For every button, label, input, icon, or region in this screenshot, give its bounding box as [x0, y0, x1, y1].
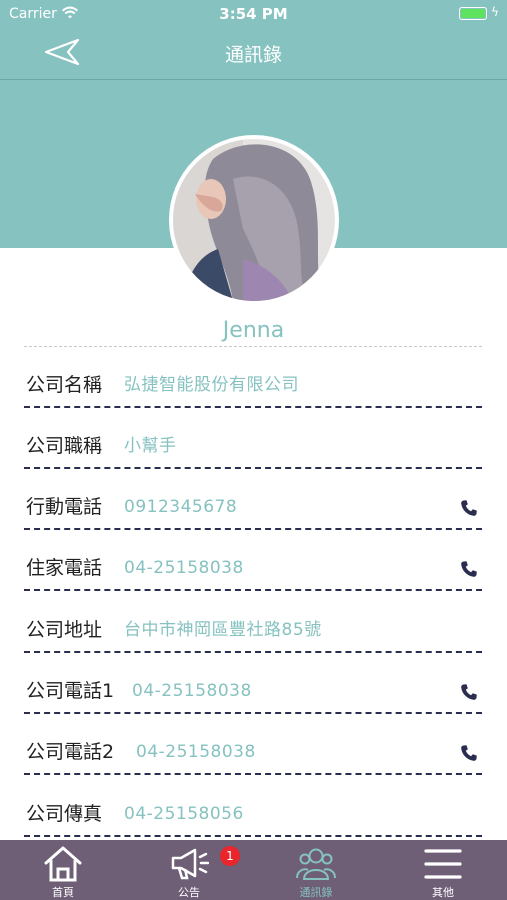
info-row: 公司職稱 小幫手 [24, 419, 482, 469]
tab-bar: 首頁 公告 通訊錄 其他 [0, 840, 507, 900]
field-label: 公司電話2 [26, 741, 115, 763]
field-value: 台中市神岡區豐社路85號 [124, 620, 322, 640]
tab-label: 其他 [432, 886, 454, 899]
status-bar: Carrier 3:54 PM ϟ [0, 0, 507, 28]
phone-call-icon[interactable] [460, 499, 478, 517]
field-value: 弘捷智能股份有限公司 [124, 375, 299, 395]
tab-label: 通訊錄 [299, 886, 333, 899]
contact-name: Jenna [222, 318, 285, 343]
avatar [169, 135, 339, 305]
charging-icon: ϟ [491, 5, 499, 19]
field-value[interactable]: 04-25158038 [124, 558, 244, 578]
info-row: 公司電話2 04-25158038 [24, 725, 482, 775]
battery-icon [459, 7, 487, 20]
field-value: 04-25158056 [124, 804, 244, 824]
tab-contacts[interactable]: 通訊錄 [253, 840, 379, 900]
phone-call-icon[interactable] [460, 683, 478, 701]
home-icon [44, 846, 82, 882]
status-time: 3:54 PM [219, 5, 288, 23]
profile-photo [173, 139, 335, 301]
field-label: 公司職稱 [26, 435, 103, 457]
field-label: 公司地址 [26, 619, 103, 641]
field-label: 公司名稱 [26, 374, 103, 396]
info-row: 公司傳真 04-25158056 [24, 787, 482, 837]
phone-call-icon[interactable] [460, 560, 478, 578]
field-value[interactable]: 04-25158038 [136, 742, 256, 762]
phone-call-icon[interactable] [460, 744, 478, 762]
menu-icon [424, 849, 462, 879]
field-value[interactable]: 04-25158038 [132, 681, 252, 701]
info-row: 行動電話 0912345678 [24, 480, 482, 530]
tab-home[interactable]: 首頁 [0, 840, 126, 900]
info-row: 公司電話1 04-25158038 [24, 664, 482, 714]
divider [24, 346, 482, 347]
page-title: 通訊錄 [224, 44, 282, 66]
tab-label: 公告 [178, 886, 200, 899]
field-label: 行動電話 [26, 496, 103, 518]
info-row: 公司地址 台中市神岡區豐社路85號 [24, 603, 482, 653]
field-label: 住家電話 [26, 557, 103, 579]
field-label: 公司電話1 [26, 680, 115, 702]
info-row: 住家電話 04-25158038 [24, 541, 482, 591]
navigation-bar: 通訊錄 [0, 28, 507, 80]
info-row: 公司名稱 弘捷智能股份有限公司 [24, 358, 482, 408]
contacts-icon [296, 848, 336, 880]
megaphone-icon [171, 848, 209, 880]
field-label: 公司傳真 [26, 803, 103, 825]
tab-label: 首頁 [52, 886, 74, 899]
field-value: 小幫手 [124, 436, 177, 456]
tab-other[interactable]: 其他 [380, 840, 506, 900]
notification-badge: 1 [220, 846, 240, 866]
field-value[interactable]: 0912345678 [124, 497, 237, 517]
